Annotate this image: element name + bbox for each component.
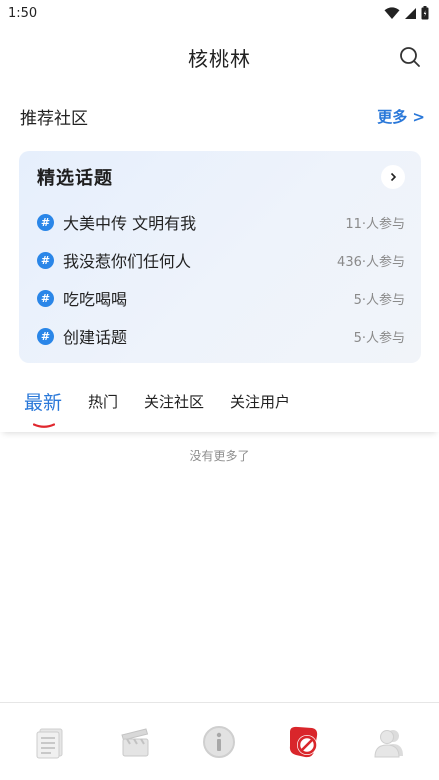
nav-item-info[interactable] (197, 720, 241, 764)
tab-latest[interactable]: 最新 (24, 388, 63, 428)
card-more-button[interactable] (381, 165, 405, 189)
topic-participant-count: 436·人参与 (337, 254, 405, 270)
tab-label: 最新 (24, 391, 63, 414)
more-link[interactable]: 更多 > (377, 106, 425, 127)
hashtag-icon: # (37, 289, 54, 307)
active-tab-indicator (33, 422, 55, 428)
topic-participant-count: 5·人参与 (353, 330, 405, 346)
feed-end-text: 没有更多了 (189, 449, 250, 463)
topic-name: 创建话题 (63, 328, 128, 347)
topic-name: 我没惹你们任何人 (63, 252, 192, 271)
newspaper-icon (36, 728, 63, 758)
nav-item-video[interactable] (113, 720, 157, 764)
tab-followed-users[interactable]: 关注用户 (230, 391, 290, 412)
signal-icon (405, 7, 416, 19)
info-icon (203, 725, 236, 758)
nav-item-news[interactable] (28, 720, 72, 764)
hashtag-icon: # (37, 213, 54, 231)
community-icon (289, 726, 318, 757)
battery-icon (421, 6, 429, 20)
featured-topics-card: 精选话题 # 大美中传 文明有我 11·人参与 # 我没惹你们任何人 436·人… (19, 151, 421, 363)
profile-icon (374, 729, 403, 757)
topic-row[interactable]: # 我没惹你们任何人 436·人参与 (37, 241, 405, 279)
topic-name: 大美中传 文明有我 (63, 214, 197, 233)
chevron-right-icon (390, 172, 397, 182)
topic-left: # 创建话题 (37, 324, 127, 348)
card-title: 精选话题 (37, 168, 113, 189)
feed-tabs: 最新 热门 关注社区 关注用户 (0, 370, 439, 432)
topic-left: # 我没惹你们任何人 (37, 248, 191, 272)
hashtag-icon: # (37, 327, 54, 345)
topic-participant-count: 11·人参与 (345, 216, 405, 232)
hashtag-icon: # (37, 251, 54, 269)
topic-name: 吃吃喝喝 (63, 290, 128, 309)
status-icons (384, 6, 429, 20)
topic-left: # 大美中传 文明有我 (37, 210, 196, 234)
tab-hot[interactable]: 热门 (88, 391, 118, 412)
recommended-section-header: 推荐社区 更多 > (20, 102, 425, 130)
topic-row[interactable]: # 吃吃喝喝 5·人参与 (37, 279, 405, 317)
topic-row[interactable]: # 创建话题 5·人参与 (37, 317, 405, 355)
tab-followed-communities[interactable]: 关注社区 (144, 391, 204, 412)
topic-row[interactable]: # 大美中传 文明有我 11·人参与 (37, 203, 405, 241)
search-icon (400, 47, 420, 67)
page-title: 核桃林 (188, 46, 251, 71)
clapperboard-icon (121, 727, 149, 756)
topic-left: # 吃吃喝喝 (37, 286, 127, 310)
nav-item-community[interactable] (282, 720, 326, 764)
bottom-nav (0, 702, 439, 780)
topic-participant-count: 5·人参与 (353, 292, 405, 308)
search-button[interactable] (397, 44, 423, 70)
status-time: 1:50 (8, 5, 38, 21)
card-header: 精选话题 (37, 151, 405, 203)
app-header: 核桃林 (0, 36, 439, 78)
section-title: 推荐社区 (20, 108, 88, 129)
status-bar: 1:50 (0, 0, 439, 26)
nav-item-profile[interactable] (367, 720, 411, 764)
wifi-icon (384, 6, 400, 19)
